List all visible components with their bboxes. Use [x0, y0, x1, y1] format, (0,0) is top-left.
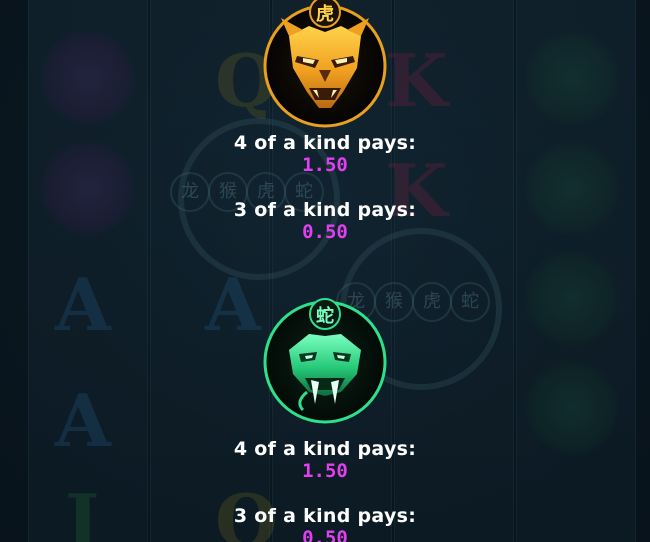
pay-value: 1.50 — [302, 154, 348, 176]
bg-snake-symbol — [524, 250, 620, 346]
bg-letter-k: K — [385, 38, 448, 123]
bg-snake-symbol — [524, 30, 620, 126]
pay-value: 0.50 — [302, 527, 348, 542]
tiger-pay-4-of-kind: 4 of a kind pays: 1.50 — [0, 132, 650, 176]
tiger-glyph: 虎 — [316, 4, 334, 25]
snake-pay-3-of-kind: 3 of a kind pays: 0.50 — [0, 505, 650, 542]
pay-label: 4 of a kind pays: — [233, 132, 417, 154]
pay-label: 3 of a kind pays: — [233, 505, 417, 527]
tiger-pay-3-of-kind: 3 of a kind pays: 0.50 — [0, 199, 650, 243]
bg-coin-glyph: 虎 — [412, 282, 452, 322]
snake-glyph: 蛇 — [316, 306, 334, 327]
pay-value: 1.50 — [302, 460, 348, 482]
bg-coin-glyph: 蛇 — [450, 282, 490, 322]
snake-symbol: 蛇 — [259, 292, 391, 424]
pay-value: 0.50 — [302, 221, 348, 243]
pay-label: 3 of a kind pays: — [233, 199, 417, 221]
pay-label: 4 of a kind pays: — [233, 438, 417, 460]
bg-letter-a: A — [55, 262, 111, 347]
snake-pay-4-of-kind: 4 of a kind pays: 1.50 — [0, 438, 650, 482]
paytable-screen: A A A Q K K J Q 龙 猴 虎 蛇 龙 猴 虎 蛇 虎 4 of a… — [0, 0, 650, 542]
tiger-symbol: 虎 — [259, 0, 391, 128]
bg-monkey-symbol — [40, 30, 136, 126]
